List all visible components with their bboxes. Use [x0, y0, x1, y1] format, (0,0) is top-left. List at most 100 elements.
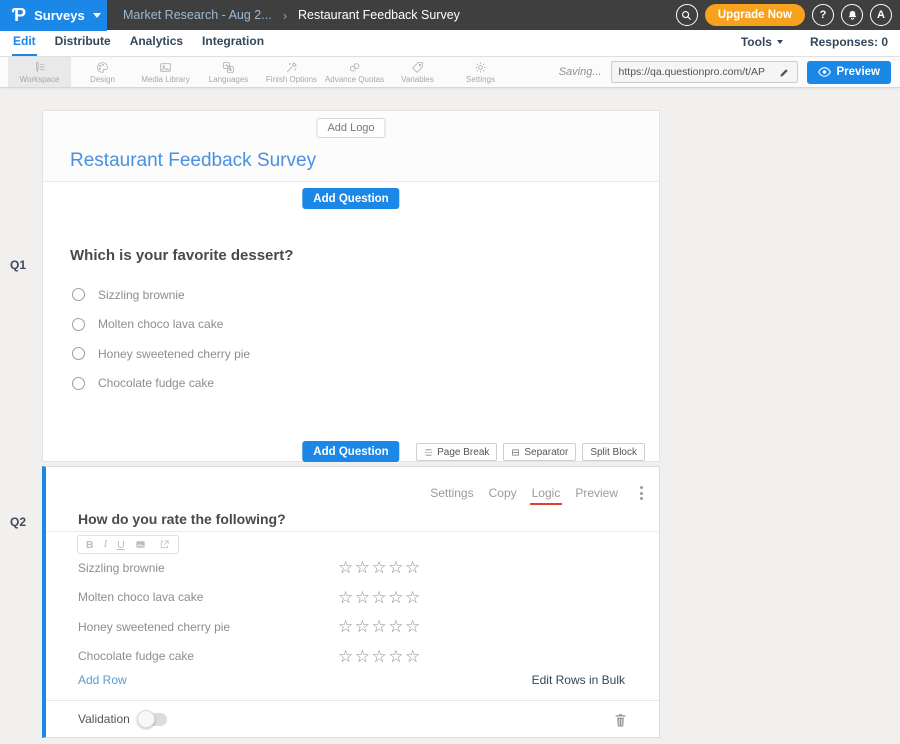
tools-menu[interactable]: Tools [741, 35, 783, 49]
radio-icon[interactable] [72, 288, 85, 301]
responses-count[interactable]: Responses: 0 [810, 35, 888, 49]
toolbar-item-media-library[interactable]: Media Library [134, 57, 197, 87]
questionpro-logo-icon: Ƥ [12, 6, 26, 24]
star-icon[interactable]: ☆ [405, 647, 422, 666]
tab-integration[interactable]: Integration [201, 29, 265, 56]
toolbar-item-advance-quotas[interactable]: Advance Quotas [323, 57, 386, 87]
q2-copy-action[interactable]: Copy [489, 486, 517, 500]
option-row[interactable]: Sizzling brownie [72, 280, 250, 310]
question-2-text[interactable]: How do you rate the following? [78, 511, 286, 527]
rating-row: Chocolate fudge cake ☆☆☆☆☆ [78, 642, 643, 672]
add-question-button-top[interactable]: Add Question [302, 188, 399, 209]
underline-button[interactable]: U [117, 539, 125, 551]
more-options-icon[interactable] [638, 484, 645, 502]
surveys-menu[interactable]: Ƥ Surveys [0, 0, 107, 31]
gear-icon [474, 61, 487, 74]
toolbar-item-workspace[interactable]: Workspace [8, 57, 71, 87]
upgrade-now-button[interactable]: Upgrade Now [705, 4, 805, 26]
rating-rows: Sizzling brownie ☆☆☆☆☆ Molten choco lava… [78, 553, 643, 671]
radio-icon[interactable] [72, 318, 85, 331]
image-icon [159, 61, 172, 74]
star-icon[interactable]: ☆ [355, 617, 372, 636]
star-icon[interactable]: ☆ [372, 647, 389, 666]
tools-label: Tools [741, 35, 772, 49]
toolbar-item-languages[interactable]: Languages [197, 57, 260, 87]
star-icon[interactable]: ☆ [388, 617, 405, 636]
option-row[interactable]: Chocolate fudge cake [72, 369, 250, 399]
toolbar-item-variables[interactable]: Variables [386, 57, 449, 87]
delete-question-button[interactable] [614, 713, 627, 733]
breadcrumb: Market Research - Aug 2... › Restaurant … [123, 8, 460, 23]
tag-icon [411, 61, 424, 74]
separator-button[interactable]: Separator [503, 443, 576, 461]
survey-card: Add Logo Restaurant Feedback Survey Add … [42, 110, 660, 462]
external-link-icon[interactable] [159, 539, 170, 550]
topbar-actions: Upgrade Now ? A [676, 4, 900, 26]
tab-distribute[interactable]: Distribute [54, 29, 112, 56]
star-icon[interactable]: ☆ [338, 647, 355, 666]
help-button[interactable]: ? [812, 4, 834, 26]
pencil-icon [779, 67, 790, 78]
q2-logic-action[interactable]: Logic [532, 486, 561, 500]
star-icon[interactable]: ☆ [405, 617, 422, 636]
toolbar-item-finish-options[interactable]: Finish Options [260, 57, 323, 87]
validation-toggle[interactable] [140, 713, 167, 726]
star-icon[interactable]: ☆ [338, 617, 355, 636]
survey-editor-app: Ƥ Surveys Market Research - Aug 2... › R… [0, 0, 900, 744]
notifications-button[interactable] [841, 4, 863, 26]
breadcrumb-survey-title: Restaurant Feedback Survey [298, 8, 460, 22]
tab-analytics[interactable]: Analytics [129, 29, 184, 56]
toggle-knob [137, 710, 155, 728]
insert-image-icon[interactable] [135, 539, 146, 550]
radio-icon[interactable] [72, 347, 85, 360]
add-row-link[interactable]: Add Row [78, 673, 127, 687]
preview-button[interactable]: Preview [807, 61, 891, 84]
survey-section-nav: Edit Distribute Analytics Integration To… [0, 30, 900, 57]
q2-settings-action[interactable]: Settings [430, 486, 473, 500]
option-row[interactable]: Molten choco lava cake [72, 310, 250, 340]
product-label: Surveys [34, 8, 85, 23]
breadcrumb-project[interactable]: Market Research - Aug 2... [123, 8, 272, 22]
radio-icon[interactable] [72, 377, 85, 390]
add-logo-button[interactable]: Add Logo [316, 118, 385, 138]
edit-url-button[interactable] [772, 62, 797, 82]
survey-body: Add Question Which is your favorite dess… [43, 182, 659, 461]
star-icon[interactable]: ☆ [355, 588, 372, 607]
bell-icon [847, 9, 858, 21]
question-1-text[interactable]: Which is your favorite dessert? [70, 247, 293, 264]
star-icon[interactable]: ☆ [338, 588, 355, 607]
star-rating: ☆☆☆☆☆ [338, 618, 422, 635]
survey-title[interactable]: Restaurant Feedback Survey [70, 150, 316, 172]
add-question-button-bottom[interactable]: Add Question [302, 441, 399, 462]
star-icon[interactable]: ☆ [338, 558, 355, 577]
star-icon[interactable]: ☆ [388, 647, 405, 666]
option-row[interactable]: Honey sweetened cherry pie [72, 339, 250, 369]
toolbar-item-design[interactable]: Design [71, 57, 134, 87]
star-icon[interactable]: ☆ [372, 588, 389, 607]
star-icon[interactable]: ☆ [355, 558, 372, 577]
star-icon[interactable]: ☆ [355, 647, 372, 666]
search-button[interactable] [676, 4, 698, 26]
star-icon[interactable]: ☆ [372, 617, 389, 636]
star-icon[interactable]: ☆ [372, 558, 389, 577]
avatar[interactable]: A [870, 4, 892, 26]
italic-button[interactable]: I [104, 539, 108, 550]
question-2-input-underline [46, 531, 659, 532]
edit-rows-in-bulk-link[interactable]: Edit Rows in Bulk [532, 673, 625, 687]
q2-preview-action[interactable]: Preview [575, 486, 618, 500]
page-break-button[interactable]: Page Break [416, 443, 497, 461]
star-icon[interactable]: ☆ [405, 558, 422, 577]
tab-edit[interactable]: Edit [12, 29, 37, 56]
star-icon[interactable]: ☆ [405, 588, 422, 607]
toolbar-item-settings[interactable]: Settings [449, 57, 512, 87]
saving-status: Saving... [559, 66, 602, 78]
split-block-button[interactable]: Split Block [582, 443, 645, 461]
bold-button[interactable]: B [86, 539, 94, 551]
star-icon[interactable]: ☆ [388, 588, 405, 607]
survey-url-group [611, 61, 798, 83]
star-icon[interactable]: ☆ [388, 558, 405, 577]
palette-icon [96, 61, 109, 74]
eye-icon [818, 67, 831, 77]
toolbar-right: Saving... Preview [559, 57, 900, 87]
survey-url-input[interactable] [612, 62, 772, 82]
